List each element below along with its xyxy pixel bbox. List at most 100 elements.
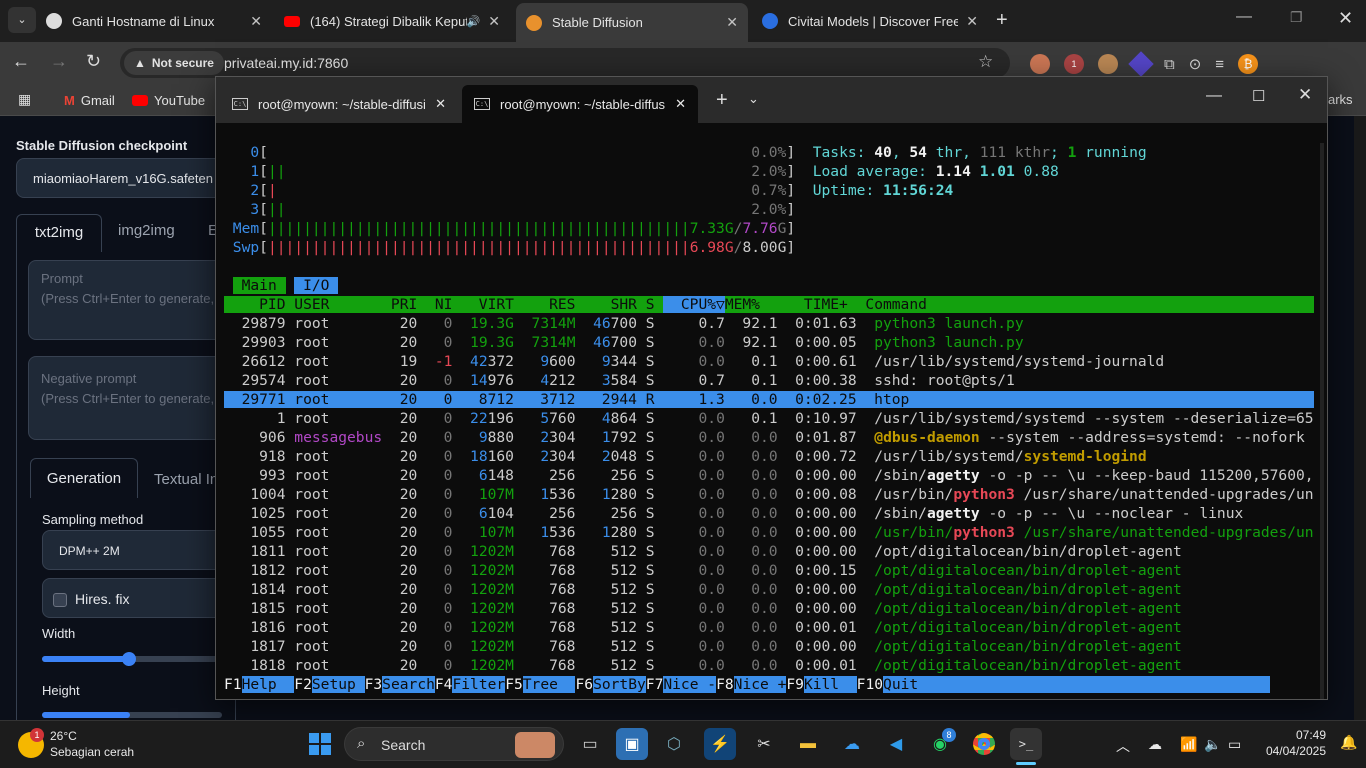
download-icon[interactable]: ⊙	[1189, 55, 1202, 73]
taskbar-app-cloud[interactable]: ☁	[836, 728, 868, 760]
task-view-button[interactable]: ▭	[574, 728, 606, 760]
height-slider[interactable]	[42, 712, 222, 718]
tab-generation[interactable]: Generation	[30, 458, 138, 498]
process-row[interactable]: 29879 root 20 0 19.3G 7314M 46700 S 0.7 …	[224, 314, 1314, 333]
browser-tab-2[interactable]: (164) Strategi Dibalik Keput 🔊 ✕	[274, 5, 510, 37]
close-icon[interactable]: ✕	[726, 14, 738, 31]
process-row[interactable]: 993 root 20 0 6148 256 256 S 0.0 0.0 0:0…	[224, 466, 1314, 485]
tab-img2img[interactable]: img2img	[118, 222, 175, 239]
forward-button[interactable]: →	[50, 51, 68, 72]
wifi-icon[interactable]: 📶	[1180, 736, 1197, 753]
htop-function-key-bar[interactable]: F1Help F2Setup F3SearchF4FilterF5Tree F6…	[224, 675, 1314, 694]
bookmarks-overflow[interactable]: arks	[1328, 92, 1353, 107]
taskbar-app-widgets[interactable]: ▣	[616, 728, 648, 760]
media-control-icon[interactable]: ≡	[1215, 56, 1224, 73]
address-bar[interactable]: ▲ Not secure privateai.my.id:7860 ☆	[120, 48, 1010, 78]
terminal-dropdown-button[interactable]: ⌄	[748, 91, 759, 107]
sampling-method-dropdown[interactable]: DPM++ 2M	[42, 530, 232, 570]
process-row[interactable]: 1055 root 20 0 107M 1536 1280 S 0.0 0.0 …	[224, 523, 1314, 542]
start-button[interactable]	[304, 728, 336, 760]
process-row[interactable]: 29903 root 20 0 19.3G 7314M 46700 S 0.0 …	[224, 333, 1314, 352]
tray-network-error-icon[interactable]: ☁	[1148, 736, 1162, 753]
page-scrollbar[interactable]	[1354, 116, 1366, 720]
close-icon[interactable]: ✕	[250, 13, 262, 30]
tab-textual-inversion[interactable]: Textual In	[154, 471, 218, 488]
extension-cookie-icon[interactable]	[1030, 54, 1050, 74]
close-icon[interactable]: ✕	[435, 96, 446, 112]
width-slider[interactable]	[42, 652, 222, 666]
clock-date[interactable]: 04/04/2025	[1260, 744, 1326, 758]
hires-fix-checkbox[interactable]	[53, 593, 67, 607]
process-row[interactable]: 1818 root 20 0 1202M 768 512 S 0.0 0.0 0…	[224, 656, 1314, 675]
process-row[interactable]: 1004 root 20 0 107M 1536 1280 S 0.0 0.0 …	[224, 485, 1314, 504]
process-row[interactable]: 918 root 20 0 18160 2304 2048 S 0.0 0.0 …	[224, 447, 1314, 466]
taskbar-app-virtualbox[interactable]: ⬡	[658, 728, 690, 760]
battery-icon[interactable]: ▭	[1228, 736, 1241, 753]
volume-icon[interactable]: 🔈	[1204, 736, 1221, 753]
process-row[interactable]: 29574 root 20 0 14976 4212 3584 S 0.7 0.…	[224, 371, 1314, 390]
minimize-window-button[interactable]: —	[1236, 8, 1252, 26]
hires-fix-box[interactable]: Hires. fix	[42, 578, 232, 618]
tab-txt2img[interactable]: txt2img	[16, 214, 102, 252]
process-row[interactable]: 1811 root 20 0 1202M 768 512 S 0.0 0.0 0…	[224, 542, 1314, 561]
browser-tab-3[interactable]: Stable Diffusion ✕	[516, 3, 748, 42]
new-terminal-tab-button[interactable]: +	[716, 89, 728, 112]
process-row[interactable]: 1817 root 20 0 1202M 768 512 S 0.0 0.0 0…	[224, 637, 1314, 656]
clock-time[interactable]: 07:49	[1278, 728, 1326, 742]
terminal-tab-2[interactable]: C:\ root@myown: ~/stable-diffus ✕	[462, 85, 698, 123]
process-row[interactable]: 906 messagebus 20 0 9880 2304 1792 S 0.0…	[224, 428, 1314, 447]
audio-playing-icon[interactable]: 🔊	[467, 15, 481, 28]
reload-button[interactable]: ↻	[86, 51, 101, 72]
bookmark-star-icon[interactable]: ☆	[978, 52, 993, 72]
security-chip[interactable]: ▲ Not secure	[124, 51, 224, 75]
bookmark-gmail[interactable]: M Gmail	[64, 84, 115, 116]
new-tab-button[interactable]: +	[996, 9, 1008, 32]
terminal-minimize-button[interactable]: —	[1206, 87, 1222, 105]
close-window-button[interactable]: ✕	[1338, 8, 1353, 29]
apps-grid-icon[interactable]: ▦	[18, 91, 31, 108]
process-row[interactable]: 1025 root 20 0 6104 256 256 S 0.0 0.0 0:…	[224, 504, 1314, 523]
taskbar-app-powertoys[interactable]: ⚡	[704, 728, 736, 760]
extension-badge-icon[interactable]: 1	[1064, 54, 1084, 74]
weather-widget[interactable]: 1 26°C Sebagian cerah	[18, 728, 168, 762]
process-row[interactable]: 1814 root 20 0 1202M 768 512 S 0.0 0.0 0…	[224, 580, 1314, 599]
process-row[interactable]: 26612 root 19 -1 42372 9600 9344 S 0.0 0…	[224, 352, 1314, 371]
whatsapp-badge: 8	[942, 728, 956, 742]
terminal-close-button[interactable]: ✕	[1298, 85, 1312, 105]
extension-cube-icon[interactable]	[1128, 51, 1154, 77]
terminal-maximize-button[interactable]: ☐	[1252, 87, 1265, 105]
prompt-textarea[interactable]: Prompt (Press Ctrl+Enter to generate, A	[28, 260, 228, 340]
taskbar-app-file-explorer[interactable]: ▬	[792, 728, 824, 760]
width-slider-thumb[interactable]	[122, 652, 136, 666]
tab-search-button[interactable]: ⌄	[8, 7, 36, 33]
taskbar-app-chrome[interactable]	[968, 728, 1000, 760]
bitcoin-icon[interactable]: ₿	[1238, 54, 1259, 74]
taskbar-search-box[interactable]: ⌕ Search	[344, 727, 564, 761]
browser-tab-1[interactable]: Ganti Hostname di Linux ✕	[36, 5, 272, 37]
back-button[interactable]: ←	[12, 51, 30, 72]
process-row[interactable]: 1816 root 20 0 1202M 768 512 S 0.0 0.0 0…	[224, 618, 1314, 637]
url-text[interactable]: privateai.my.id:7860	[224, 55, 348, 71]
process-row[interactable]: 1 root 20 0 22196 5760 4864 S 0.0 0.1 0:…	[224, 409, 1314, 428]
close-icon[interactable]: ✕	[675, 96, 686, 112]
taskbar-app-terminal[interactable]: >_	[1010, 728, 1042, 760]
tray-chevron-icon[interactable]: ︿	[1116, 736, 1130, 756]
terminal-tab-1[interactable]: C:\ root@myown: ~/stable-diffusi ✕	[220, 85, 458, 123]
notifications-bell-icon[interactable]: 🔔	[1340, 734, 1357, 751]
close-icon[interactable]: ✕	[966, 13, 978, 30]
close-icon[interactable]: ✕	[488, 13, 500, 30]
extensions-puzzle-icon[interactable]: ⧉	[1164, 56, 1175, 73]
taskbar-app-snip[interactable]: ✂	[748, 728, 780, 760]
process-row[interactable]: 1812 root 20 0 1202M 768 512 S 0.0 0.0 0…	[224, 561, 1314, 580]
bookmark-youtube[interactable]: YouTube	[132, 84, 205, 116]
process-row[interactable]: 1815 root 20 0 1202M 768 512 S 0.0 0.0 0…	[224, 599, 1314, 618]
terminal-scrollbar[interactable]	[1320, 143, 1324, 699]
browser-tab-4[interactable]: Civitai Models | Discover Free St ✕	[752, 5, 988, 37]
htop-screen[interactable]: 0[ 0.0%] Tasks: 40, 54 thr, 111 kthr; 1 …	[224, 143, 1314, 699]
taskbar-app-vscode[interactable]: ◀	[880, 728, 912, 760]
extension-cookie2-icon[interactable]	[1098, 54, 1118, 74]
negative-prompt-textarea[interactable]: Negative prompt (Press Ctrl+Enter to gen…	[28, 356, 228, 440]
restore-window-button[interactable]: ❐	[1290, 9, 1303, 26]
checkpoint-dropdown[interactable]: miaomiaoHarem_v16G.safeten	[16, 158, 236, 198]
process-row[interactable]: 29771 root 20 0 8712 3712 2944 R 1.3 0.0…	[224, 390, 1314, 409]
